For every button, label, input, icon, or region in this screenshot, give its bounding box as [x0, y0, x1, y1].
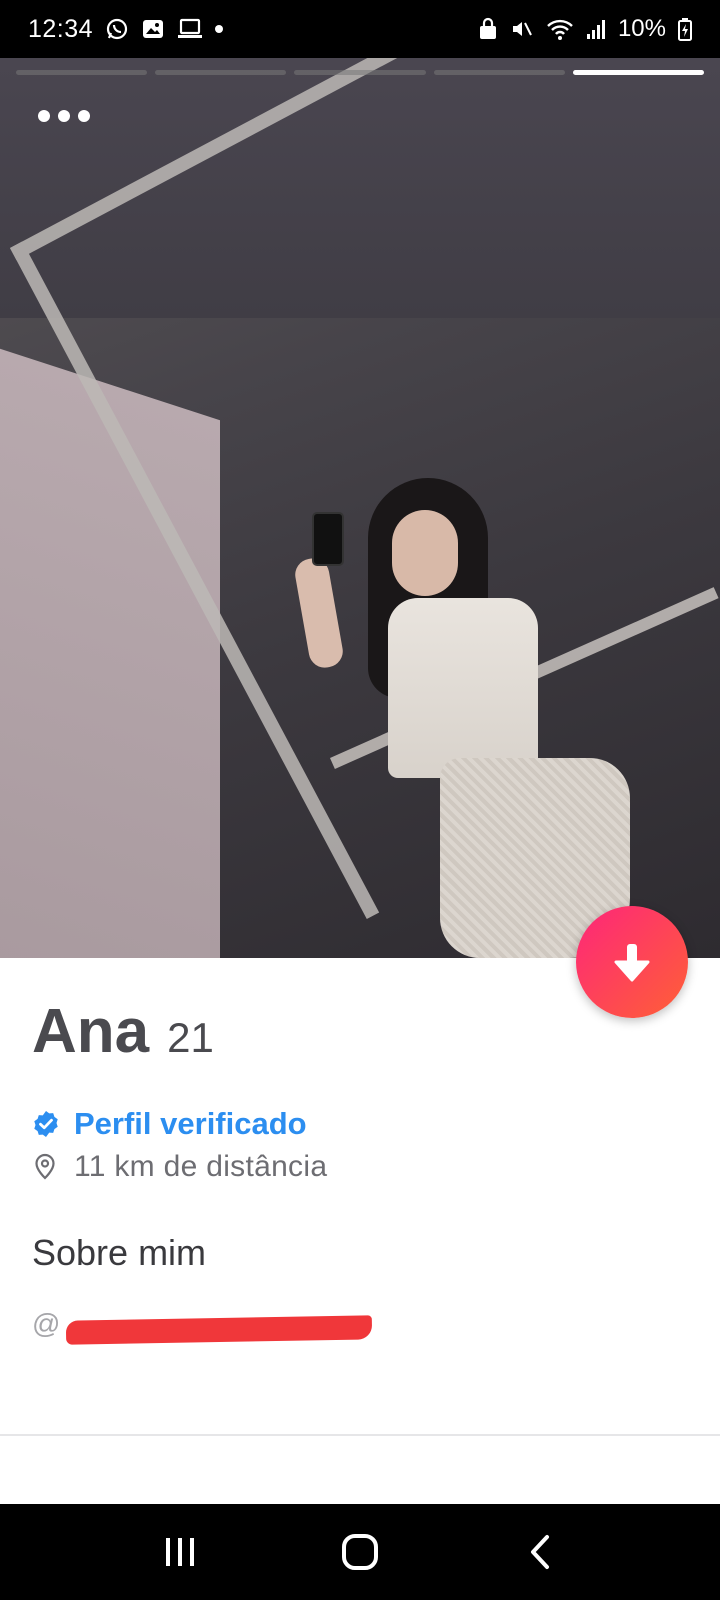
figure-phone: [312, 512, 344, 566]
recents-icon: [166, 1538, 194, 1566]
system-nav-bar: [0, 1504, 720, 1600]
handle-prefix: @: [32, 1308, 61, 1339]
mute-icon: [510, 17, 534, 41]
location-pin-icon: [35, 1153, 55, 1180]
distance-row: 11 km de distância: [32, 1150, 327, 1184]
status-time: 12:34: [28, 14, 94, 43]
photo-progress-indicator: [16, 70, 705, 75]
wifi-icon: [546, 17, 574, 41]
photo-progress-segment[interactable]: [155, 70, 287, 75]
home-icon: [342, 1534, 378, 1570]
more-dot-icon: [78, 110, 90, 122]
more-dot-icon: [38, 110, 50, 122]
redaction-mark: [65, 1315, 373, 1345]
profile-photo[interactable]: [0, 58, 720, 958]
profile-name: Ana: [32, 997, 150, 1066]
collapse-profile-button[interactable]: [576, 906, 688, 1018]
home-button[interactable]: [320, 1512, 400, 1592]
more-options-button[interactable]: [34, 106, 94, 126]
verified-badge-icon: [34, 1111, 58, 1137]
photo-progress-segment[interactable]: [16, 70, 148, 75]
distance-label: 11 km de distância: [74, 1150, 328, 1183]
profile-info-card: Ana 21 Perfil verificado 11 km de distân…: [0, 958, 720, 1504]
battery-percent: 10%: [617, 15, 666, 42]
more-dot-icon: [58, 110, 70, 122]
whatsapp-icon: [105, 17, 129, 41]
back-button[interactable]: [500, 1512, 580, 1592]
name-row: Ana 21: [32, 996, 214, 1067]
gallery-icon: [141, 17, 165, 41]
verified-label: Perfil verificado: [74, 1106, 307, 1141]
photo-progress-segment[interactable]: [572, 70, 705, 75]
verified-row: Perfil verificado: [32, 1106, 307, 1142]
profile-age: 21: [167, 1014, 214, 1061]
signal-icon: [586, 18, 606, 40]
vpn-lock-icon: [478, 17, 498, 41]
arrow-down-icon: [614, 944, 650, 982]
divider: [0, 1434, 720, 1436]
battery-charging-icon: [678, 17, 692, 41]
dot-icon: [215, 25, 224, 33]
photo-progress-segment[interactable]: [433, 70, 565, 75]
back-icon: [531, 1535, 549, 1569]
figure-dress: [388, 598, 538, 778]
status-right: 10%: [478, 15, 692, 43]
recents-button[interactable]: [140, 1512, 220, 1592]
status-bar: 12:34 10%: [0, 0, 720, 58]
about-section-title: Sobre mim: [32, 1232, 207, 1273]
figure-face: [392, 510, 458, 596]
photo-progress-segment[interactable]: [294, 70, 426, 75]
status-left: 12:34: [28, 14, 224, 44]
about-handle: @: [32, 1308, 373, 1348]
laptop-icon: [177, 18, 203, 40]
